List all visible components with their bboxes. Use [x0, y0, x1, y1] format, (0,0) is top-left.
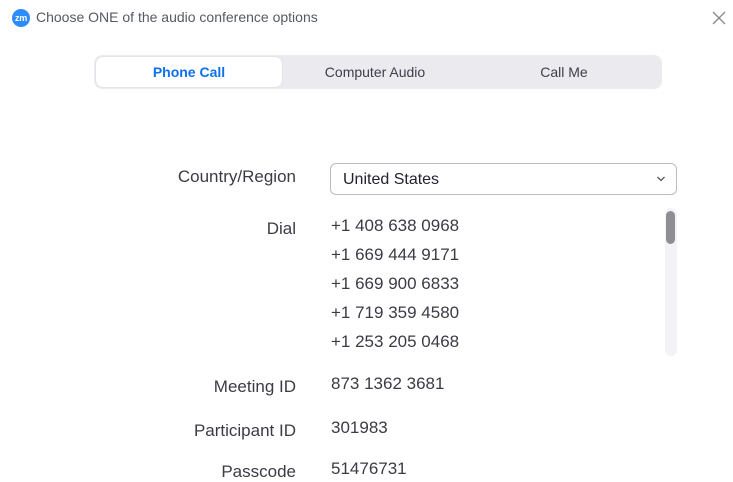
country-region-select[interactable]: United States	[330, 163, 677, 195]
dial-number: +1 669 900 6833	[331, 274, 460, 293]
zoom-logo-icon: zm	[12, 9, 30, 27]
title-bar: zm Choose ONE of the audio conference op…	[0, 0, 733, 36]
country-region-label: Country/Region	[177, 167, 296, 186]
participant-id-label: Participant ID	[193, 421, 296, 440]
audio-options-window: zm Choose ONE of the audio conference op…	[0, 0, 733, 482]
dial-number-list: +1 408 638 0968 +1 669 444 9171 +1 669 9…	[331, 211, 661, 355]
participant-id-value: 301983	[331, 418, 388, 437]
meeting-id-value: 873 1362 3681	[331, 374, 445, 393]
audio-option-tabs: Phone Call Computer Audio Call Me	[94, 55, 662, 89]
tab-phone-call[interactable]: Phone Call	[96, 57, 282, 87]
dial-number: +1 669 444 9171	[331, 245, 460, 264]
dial-number: +1 253 205 0468	[331, 332, 460, 351]
country-region-value: United States	[343, 171, 440, 188]
tab-call-me[interactable]: Call Me	[468, 57, 660, 87]
passcode-value: 51476731	[331, 459, 407, 478]
dial-number: +1 408 638 0968	[331, 216, 460, 235]
dial-list-scrollbar[interactable]	[665, 208, 677, 356]
dial-label: Dial	[266, 219, 296, 238]
chevron-down-icon	[656, 175, 666, 183]
window-title: Choose ONE of the audio conference optio…	[36, 9, 318, 25]
close-button[interactable]	[709, 8, 729, 28]
passcode-label: Passcode	[221, 462, 296, 481]
scrollbar-thumb[interactable]	[666, 211, 675, 244]
dial-number: +1 719 359 4580	[331, 303, 460, 322]
tab-computer-audio[interactable]: Computer Audio	[282, 57, 468, 87]
meeting-id-label: Meeting ID	[213, 377, 296, 396]
close-icon	[712, 11, 726, 25]
